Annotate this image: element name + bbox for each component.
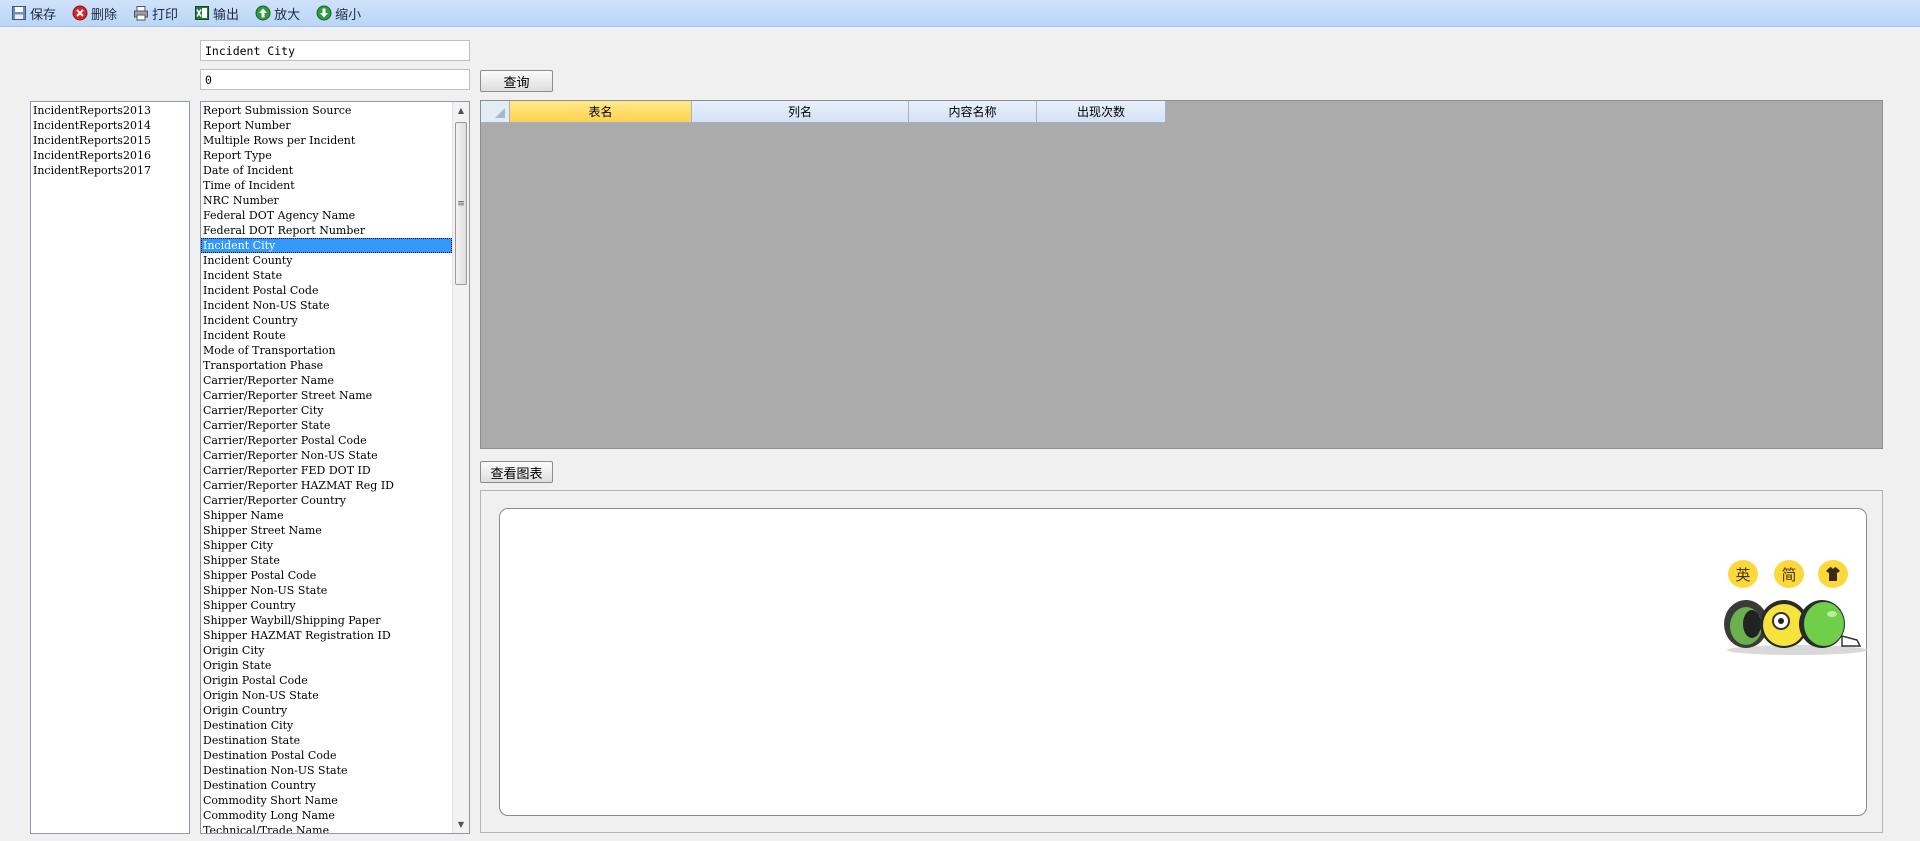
- column-list-item[interactable]: Shipper Non-US State: [201, 583, 452, 598]
- column-list[interactable]: Report Submission Source Report Number Mul…: [200, 101, 470, 834]
- view-chart-button[interactable]: 查看图表: [480, 461, 553, 483]
- column-list-item[interactable]: Origin State: [201, 658, 452, 673]
- simplified-bubble[interactable]: 简: [1774, 560, 1804, 588]
- column-list-item[interactable]: Destination Country: [201, 778, 452, 793]
- print-label: 打印: [152, 7, 179, 23]
- table-list-item[interactable]: IncidentReports2013: [31, 103, 189, 118]
- column-list-item[interactable]: Carrier/Reporter Country: [201, 493, 452, 508]
- column-list-item[interactable]: Commodity Short Name: [201, 793, 452, 808]
- column-list-item[interactable]: Shipper Name: [201, 508, 452, 523]
- column-list-item[interactable]: Commodity Long Name: [201, 808, 452, 823]
- column-list-item[interactable]: Shipper State: [201, 553, 452, 568]
- zoom-out-button[interactable]: 缩小: [311, 3, 366, 24]
- column-list-item[interactable]: Federal DOT Agency Name: [201, 208, 452, 223]
- column-list-item[interactable]: Carrier/Reporter State: [201, 418, 452, 433]
- shirt-icon[interactable]: [1818, 560, 1848, 588]
- table-list-item[interactable]: IncidentReports2015: [31, 133, 189, 148]
- column-list-item[interactable]: Destination Postal Code: [201, 748, 452, 763]
- column-list-item[interactable]: Destination State: [201, 733, 452, 748]
- grid-header: 表名 列名 内容名称 出现次数: [481, 101, 1166, 123]
- ime-mascot[interactable]: 英 简: [1722, 560, 1872, 656]
- column-list-item[interactable]: Date of Incident: [201, 163, 452, 178]
- column-list-item[interactable]: Incident Non-US State: [201, 298, 452, 313]
- chart-panel: [480, 490, 1883, 833]
- scroll-up-icon[interactable]: ▲: [453, 102, 469, 119]
- column-list-item[interactable]: Federal DOT Report Number: [201, 223, 452, 238]
- table-list-item[interactable]: IncidentReports2016: [31, 148, 189, 163]
- zoom-in-button[interactable]: 放大: [250, 3, 305, 24]
- table-list[interactable]: IncidentReports2013 IncidentReports2014 In…: [30, 101, 190, 834]
- toolbar: 保存 删除 打印 输出 放大 缩小: [0, 0, 1920, 27]
- column-list-item[interactable]: Report Submission Source: [201, 103, 452, 118]
- table-list-item[interactable]: IncidentReports2014: [31, 118, 189, 133]
- column-list-item[interactable]: Incident Postal Code: [201, 283, 452, 298]
- grid-col-table-name[interactable]: 表名: [510, 101, 692, 123]
- mascot-characters-icon: [1724, 600, 1867, 655]
- column-list-item[interactable]: Origin Country: [201, 703, 452, 718]
- column-name-input[interactable]: [200, 40, 470, 61]
- zoom-in-label: 放大: [274, 7, 301, 23]
- column-list-item[interactable]: Origin Non-US State: [201, 688, 452, 703]
- zoom-out-icon: [316, 5, 332, 21]
- delete-icon: [72, 5, 88, 21]
- column-list-item[interactable]: Destination Non-US State: [201, 763, 452, 778]
- column-list-item[interactable]: Transportation Phase: [201, 358, 452, 373]
- column-list-item[interactable]: Origin City: [201, 643, 452, 658]
- column-list-item[interactable]: Shipper HAZMAT Registration ID: [201, 628, 452, 643]
- save-label: 保存: [30, 7, 57, 23]
- results-grid[interactable]: 表名 列名 内容名称 出现次数: [480, 100, 1883, 449]
- column-list-item[interactable]: Carrier/Reporter HAZMAT Reg ID: [201, 478, 452, 493]
- print-icon: [134, 6, 149, 21]
- chart-area: [499, 508, 1867, 816]
- column-list-item[interactable]: Incident City: [201, 238, 452, 253]
- column-list-item[interactable]: Destination City: [201, 718, 452, 733]
- save-button[interactable]: 保存: [6, 3, 61, 24]
- export-label: 输出: [213, 7, 240, 23]
- column-list-item[interactable]: Carrier/Reporter Postal Code: [201, 433, 452, 448]
- grid-col-content-name[interactable]: 内容名称: [909, 101, 1037, 123]
- export-button[interactable]: 输出: [189, 3, 244, 24]
- grid-col-column-name[interactable]: 列名: [692, 101, 909, 123]
- column-list-item[interactable]: Origin Postal Code: [201, 673, 452, 688]
- table-list-item[interactable]: IncidentReports2017: [31, 163, 189, 178]
- column-list-item[interactable]: NRC Number: [201, 193, 452, 208]
- excel-icon: [195, 6, 210, 20]
- column-list-item[interactable]: Incident County: [201, 253, 452, 268]
- delete-button[interactable]: 删除: [67, 3, 122, 24]
- column-list-item[interactable]: Time of Incident: [201, 178, 452, 193]
- scrollbar-thumb[interactable]: ≡: [455, 122, 467, 285]
- column-list-item[interactable]: Carrier/Reporter FED DOT ID: [201, 463, 452, 478]
- count-input[interactable]: [200, 69, 470, 90]
- english-bubble[interactable]: 英: [1728, 560, 1758, 588]
- column-list-item[interactable]: Shipper Waybill/Shipping Paper: [201, 613, 452, 628]
- grid-col-occurrences[interactable]: 出现次数: [1037, 101, 1166, 123]
- column-list-item[interactable]: Mode of Transportation: [201, 343, 452, 358]
- column-list-item[interactable]: Carrier/Reporter City: [201, 403, 452, 418]
- column-list-item[interactable]: Report Number: [201, 118, 452, 133]
- column-list-item[interactable]: Multiple Rows per Incident: [201, 133, 452, 148]
- column-list-scrollbar[interactable]: ▲ ≡ ▼: [452, 102, 469, 833]
- delete-label: 删除: [91, 7, 118, 23]
- query-button[interactable]: 查询: [480, 70, 553, 92]
- column-list-item[interactable]: Incident Route: [201, 328, 452, 343]
- column-list-item[interactable]: Shipper Country: [201, 598, 452, 613]
- column-list-item[interactable]: Shipper City: [201, 538, 452, 553]
- column-list-item[interactable]: Incident State: [201, 268, 452, 283]
- column-list-item[interactable]: Carrier/Reporter Name: [201, 373, 452, 388]
- column-list-item[interactable]: Technical/Trade Name: [201, 823, 452, 833]
- zoom-in-icon: [255, 5, 271, 21]
- save-icon: [12, 6, 26, 20]
- print-button[interactable]: 打印: [128, 3, 183, 24]
- column-list-item[interactable]: Carrier/Reporter Street Name: [201, 388, 452, 403]
- scroll-down-icon[interactable]: ▼: [453, 816, 469, 833]
- select-all-corner[interactable]: [481, 101, 510, 123]
- column-list-item[interactable]: Incident Country: [201, 313, 452, 328]
- column-list-item[interactable]: Shipper Street Name: [201, 523, 452, 538]
- column-list-item[interactable]: Shipper Postal Code: [201, 568, 452, 583]
- column-list-item[interactable]: Carrier/Reporter Non-US State: [201, 448, 452, 463]
- column-list-item[interactable]: Report Type: [201, 148, 452, 163]
- zoom-out-label: 缩小: [335, 7, 362, 23]
